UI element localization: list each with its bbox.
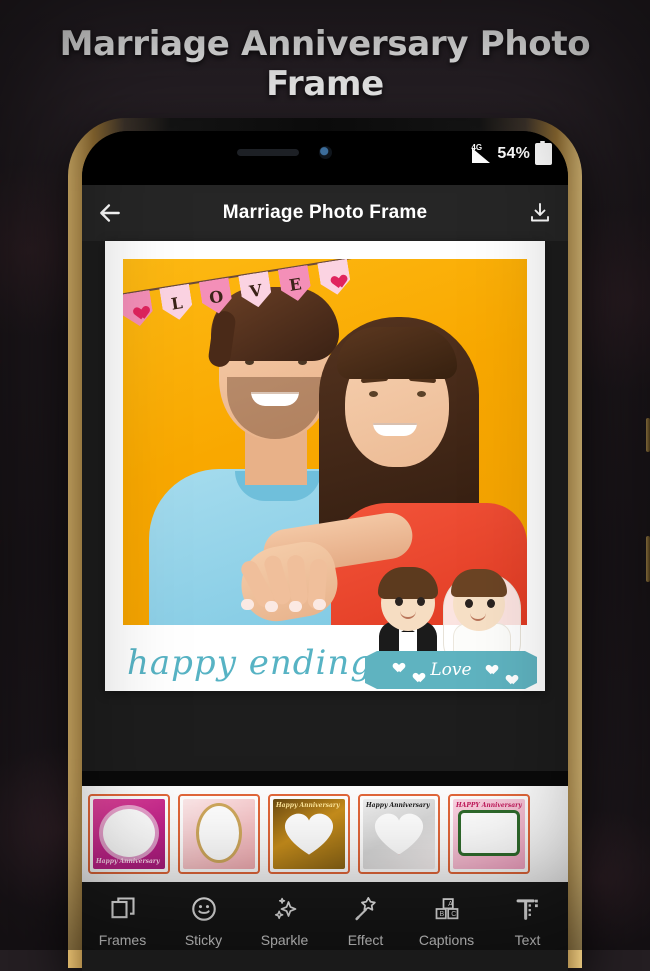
phone-mockup: 4G 54% Marriage Photo Frame L O V E happ… — [68, 118, 650, 971]
tool-label: Sparkle — [260, 932, 309, 948]
svg-text:A: A — [448, 901, 453, 908]
tool-text[interactable]: Text — [492, 894, 564, 948]
banner-flag-letter: E — [278, 265, 313, 303]
banner-letter: E — [287, 273, 303, 295]
heart-icon — [504, 671, 515, 681]
earpiece-speaker — [237, 149, 299, 156]
heart-icon — [129, 301, 146, 317]
tool-sparkle[interactable]: Sparkle — [249, 894, 321, 948]
download-icon — [531, 203, 549, 222]
page-title: Marriage Photo Frame — [222, 202, 428, 223]
sparkles-icon — [270, 894, 300, 924]
bride-hair — [451, 569, 507, 597]
layers-icon — [108, 894, 138, 924]
heart-icon — [326, 270, 343, 286]
abc-blocks-icon: A B C — [432, 894, 462, 924]
tool-label: Captions — [418, 932, 475, 948]
frame-thumbnail[interactable]: Happy Anniversary — [268, 794, 350, 874]
thumbnail-label: Happy Anniversary — [366, 802, 430, 809]
back-arrow-icon — [100, 204, 120, 222]
magic-wand-icon — [351, 894, 381, 924]
love-ribbon: Love — [365, 651, 537, 689]
tool-frames[interactable]: Frames — [87, 894, 159, 948]
text-tool-icon — [513, 894, 543, 924]
back-button[interactable] — [82, 185, 138, 241]
banner-flag-letter: V — [238, 271, 273, 309]
svg-text:C: C — [451, 911, 456, 918]
frame-thumbnail-strip[interactable]: Happy Anniversary Happy Anniversary Happ… — [82, 786, 568, 882]
poster-title: Marriage Anniversary Photo Frame — [59, 24, 591, 104]
frame-thumbnail[interactable]: Happy Anniversary — [358, 794, 440, 874]
heart-icon — [484, 661, 495, 671]
battery-percent-label: 54% — [497, 145, 530, 162]
phone-side-button — [646, 418, 650, 452]
tool-label: Frames — [98, 932, 147, 948]
man-smile — [251, 392, 299, 406]
tool-effect[interactable]: Effect — [330, 894, 402, 948]
heart-icon — [411, 669, 422, 679]
app-bar: Marriage Photo Frame — [82, 185, 568, 241]
tool-label: Text — [514, 932, 541, 948]
frame-thumbnail[interactable] — [178, 794, 260, 874]
status-bar: 4G 54% — [82, 131, 568, 185]
thumbnail-label: Happy Anniversary — [96, 858, 160, 865]
ribbon-label: Love — [430, 660, 472, 680]
bottom-toolbar: Frames Sticky Sparkle Effect A B C Capti… — [82, 882, 568, 971]
photo-canvas[interactable]: L O V E happy ending Love — [82, 241, 568, 771]
tool-sticky[interactable]: Sticky — [168, 894, 240, 948]
bride-and-groom-sticker[interactable]: Love — [359, 551, 539, 691]
banner-flag-letter: O — [199, 278, 234, 316]
download-button[interactable] — [512, 185, 568, 241]
groom-hair — [378, 567, 438, 599]
tool-captions[interactable]: A B C Captions — [411, 894, 483, 948]
thumbnail-label: Happy Anniversary — [276, 802, 340, 809]
network-type-label: 4G — [471, 142, 483, 152]
thumbnail-label: HAPPY Anniversary — [456, 802, 522, 809]
banner-flag-heart — [123, 290, 155, 328]
tool-label: Sticky — [184, 932, 223, 948]
phone-screen: 4G 54% Marriage Photo Frame L O V E happ… — [82, 131, 568, 971]
heart-icon — [391, 659, 402, 669]
banner-flag-letter: L — [159, 284, 194, 322]
frame-thumbnail[interactable]: Happy Anniversary — [88, 794, 170, 874]
svg-text:B: B — [439, 911, 444, 918]
tool-label: Effect — [347, 932, 384, 948]
polaroid-frame[interactable]: L O V E happy ending Love — [105, 241, 545, 691]
smiley-icon — [189, 894, 219, 924]
banner-letter: L — [169, 292, 184, 314]
battery-icon — [535, 141, 552, 165]
phone-side-button — [646, 536, 650, 582]
signal-bars-icon: 4G — [470, 142, 492, 163]
banner-flag-heart — [317, 259, 352, 297]
frame-thumbnail[interactable]: HAPPY Anniversary — [448, 794, 530, 874]
banner-letter: V — [248, 280, 264, 301]
banner-letter: O — [207, 286, 225, 308]
caption-text[interactable]: happy ending — [127, 643, 373, 683]
woman-smile — [373, 423, 417, 436]
front-camera-icon — [319, 146, 332, 159]
